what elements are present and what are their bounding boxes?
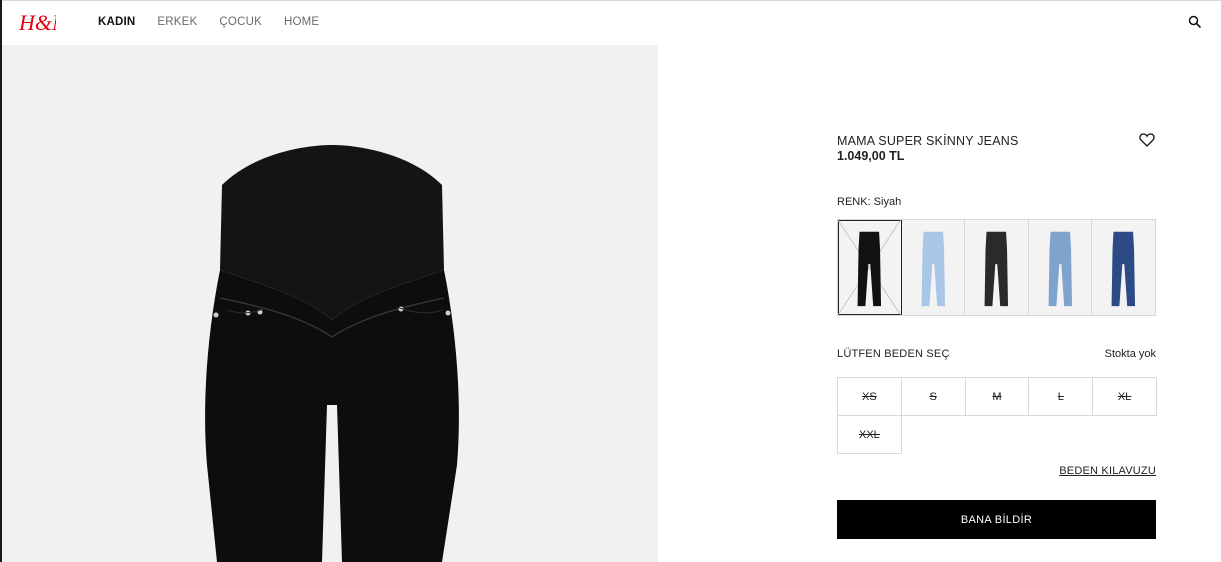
nav-item-cocuk[interactable]: ÇOCUK (219, 16, 262, 28)
nav-item-kadin[interactable]: KADIN (98, 16, 135, 28)
size-option-xxl[interactable]: XXL (837, 415, 902, 454)
size-option-m[interactable]: M (964, 377, 1030, 416)
swatch-black[interactable] (838, 220, 902, 315)
size-option-l[interactable]: L (1028, 377, 1094, 416)
size-option-s[interactable]: S (900, 377, 966, 416)
swatch-light-blue[interactable] (901, 220, 966, 315)
jeans-image (205, 145, 459, 562)
product-image (2, 45, 658, 562)
swatch-dark-blue[interactable] (1092, 220, 1155, 315)
size-guide-link[interactable]: BEDEN KILAVUZU (1059, 465, 1156, 477)
product-price: 1.049,00 TL (837, 149, 905, 163)
search-icon[interactable] (1188, 15, 1202, 29)
color-label: RENK: Siyah (837, 196, 902, 208)
nav-item-home[interactable]: HOME (284, 16, 319, 28)
size-option-xs[interactable]: XS (837, 377, 902, 416)
size-select-label: LÜTFEN BEDEN SEÇ (837, 348, 950, 360)
hm-logo[interactable]: H&M (18, 9, 56, 35)
product-title: MAMA SUPER SKİNNY JEANS (837, 134, 1019, 148)
color-swatches (837, 219, 1156, 316)
heart-icon[interactable] (1139, 132, 1155, 148)
stock-status: Stokta yok (1104, 348, 1156, 360)
top-border (0, 0, 1221, 1)
main-nav: KADIN ERKEK ÇOCUK HOME (98, 16, 319, 28)
swatch-washed-black[interactable] (965, 220, 1029, 315)
size-grid: XS S M L XL XXL (837, 377, 1157, 454)
swatch-mid-blue[interactable] (1028, 220, 1093, 315)
product-page: H&M KADIN ERKEK ÇOCUK HOME (0, 0, 1221, 562)
nav-item-erkek[interactable]: ERKEK (157, 16, 197, 28)
svg-text:H&M: H&M (18, 10, 56, 35)
notify-me-button[interactable]: BANA BİLDİR (837, 500, 1156, 539)
size-option-xl[interactable]: XL (1092, 377, 1157, 416)
